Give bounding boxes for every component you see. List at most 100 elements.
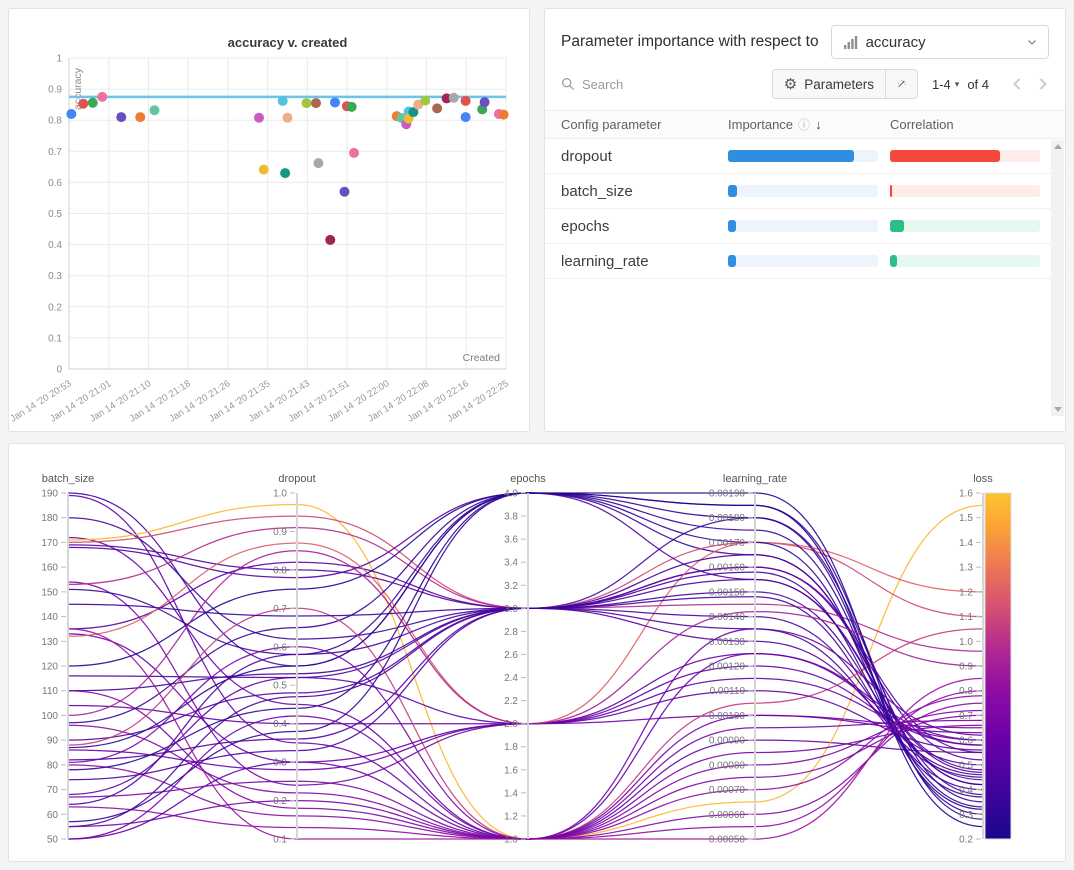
metric-select-value: accuracy <box>866 34 1018 51</box>
svg-text:0.6: 0.6 <box>959 736 973 747</box>
importance-toolbar: ⚙ Parameters 1-4 ▾ of 4 <box>561 69 1049 99</box>
table-row[interactable]: learning_rate <box>545 244 1065 279</box>
svg-text:0.1: 0.1 <box>48 333 62 344</box>
scroll-up-icon[interactable] <box>1054 144 1062 149</box>
scatter-point[interactable] <box>499 110 509 120</box>
run-line[interactable] <box>68 725 983 839</box>
run-line[interactable] <box>68 493 983 827</box>
table-row[interactable]: dropout <box>545 139 1065 174</box>
scatter-point[interactable] <box>135 112 145 122</box>
search-input[interactable] <box>582 77 702 92</box>
column-header-config-parameter[interactable]: Config parameter <box>561 117 728 132</box>
correlation-bar <box>890 150 1040 162</box>
svg-text:80: 80 <box>47 760 59 771</box>
scatter-point[interactable] <box>278 96 288 106</box>
run-line[interactable] <box>68 496 983 840</box>
svg-text:1.6: 1.6 <box>959 489 973 500</box>
svg-text:dropout: dropout <box>278 473 315 485</box>
scatter-point[interactable] <box>349 148 359 158</box>
scatter-point[interactable] <box>313 158 323 168</box>
pagination-range[interactable]: 1-4 <box>932 77 951 92</box>
scatter-point[interactable] <box>116 112 126 122</box>
scatter-point[interactable] <box>66 109 76 119</box>
svg-text:0.3: 0.3 <box>959 810 973 821</box>
scatter-point[interactable] <box>88 98 98 108</box>
importance-bar-fill <box>728 255 736 267</box>
svg-text:0.4: 0.4 <box>273 719 287 730</box>
config-parameter-name: batch_size <box>561 183 728 200</box>
config-parameter-name: learning_rate <box>561 253 728 270</box>
run-line[interactable] <box>68 592 983 780</box>
run-line[interactable] <box>68 528 983 652</box>
svg-text:1.1: 1.1 <box>959 612 973 623</box>
column-header-correlation[interactable]: Correlation <box>890 117 1039 132</box>
parallel-coordinates-panel: batch_size190180170160150140130120110100… <box>8 443 1066 862</box>
scatter-point[interactable] <box>302 98 312 108</box>
scatter-point[interactable] <box>78 99 88 109</box>
scatter-point[interactable] <box>461 96 471 106</box>
info-icon[interactable]: ⓘ <box>798 116 810 133</box>
svg-text:0.5: 0.5 <box>273 681 287 692</box>
column-header-importance[interactable]: Importance ⓘ ↓ <box>728 116 890 133</box>
scatter-point[interactable] <box>280 168 290 178</box>
magic-wand-button[interactable] <box>885 69 918 99</box>
svg-text:0.5: 0.5 <box>959 760 973 771</box>
scatter-point[interactable] <box>461 112 471 122</box>
svg-text:140: 140 <box>41 612 58 623</box>
importance-bar-fill <box>728 150 854 162</box>
next-page-icon[interactable] <box>1037 77 1049 91</box>
scatter-point[interactable] <box>259 165 269 175</box>
run-line[interactable] <box>68 629 983 839</box>
scatter-point[interactable] <box>97 92 107 102</box>
sort-descending-icon[interactable]: ↓ <box>815 117 822 132</box>
run-line[interactable] <box>68 542 983 723</box>
importance-bar-fill <box>728 220 736 232</box>
scatter-point[interactable] <box>432 103 442 113</box>
svg-text:0.9: 0.9 <box>959 662 973 673</box>
parallel-coordinates-chart[interactable]: batch_size190180170160150140130120110100… <box>9 444 1065 861</box>
scatter-panel: accuracy v. created10.90.80.70.60.50.40.… <box>8 8 530 432</box>
svg-text:170: 170 <box>41 538 58 549</box>
svg-text:2.4: 2.4 <box>504 673 518 684</box>
svg-text:0.4: 0.4 <box>48 240 62 251</box>
loss-colorbar <box>985 493 1011 839</box>
svg-text:0.8: 0.8 <box>959 686 973 697</box>
scatter-point[interactable] <box>449 93 459 103</box>
parameters-button[interactable]: ⚙ Parameters <box>772 69 886 99</box>
table-body: dropout batch_sizeepochs learning_rate <box>545 139 1065 279</box>
metric-select[interactable]: accuracy <box>831 25 1049 59</box>
parameters-button-label: Parameters <box>804 77 874 92</box>
svg-text:1.3: 1.3 <box>959 563 973 574</box>
importance-bar <box>728 150 878 162</box>
pagination-caret-icon[interactable]: ▾ <box>955 79 960 90</box>
scatter-point[interactable] <box>283 113 293 123</box>
run-line[interactable] <box>68 629 983 839</box>
table-scrollbar[interactable] <box>1051 140 1064 416</box>
table-row[interactable]: epochs <box>545 209 1065 244</box>
scatter-point[interactable] <box>325 235 335 245</box>
run-line[interactable] <box>68 505 983 840</box>
svg-text:60: 60 <box>47 810 59 821</box>
previous-page-icon[interactable] <box>1011 77 1023 91</box>
scatter-point[interactable] <box>480 97 490 107</box>
svg-text:1.6: 1.6 <box>504 765 518 776</box>
accuracy-vs-created-chart[interactable]: accuracy v. created10.90.80.70.60.50.40.… <box>9 9 529 431</box>
svg-text:0.2: 0.2 <box>273 796 287 807</box>
svg-text:3.4: 3.4 <box>504 558 518 569</box>
scatter-point[interactable] <box>330 97 340 107</box>
run-line[interactable] <box>68 647 983 839</box>
scatter-point[interactable] <box>340 187 350 197</box>
scatter-point[interactable] <box>311 98 321 108</box>
scroll-down-icon[interactable] <box>1054 407 1062 412</box>
scatter-point[interactable] <box>347 102 357 112</box>
table-row[interactable]: batch_size <box>545 174 1065 209</box>
importance-bar <box>728 255 878 267</box>
correlation-bar <box>890 185 1040 197</box>
run-line[interactable] <box>68 678 983 795</box>
scatter-point[interactable] <box>254 113 264 123</box>
svg-text:0.5: 0.5 <box>48 209 62 220</box>
scatter-point[interactable] <box>150 105 160 115</box>
search-box[interactable] <box>561 77 772 92</box>
scatter-point[interactable] <box>420 96 430 106</box>
run-line[interactable] <box>68 696 983 839</box>
